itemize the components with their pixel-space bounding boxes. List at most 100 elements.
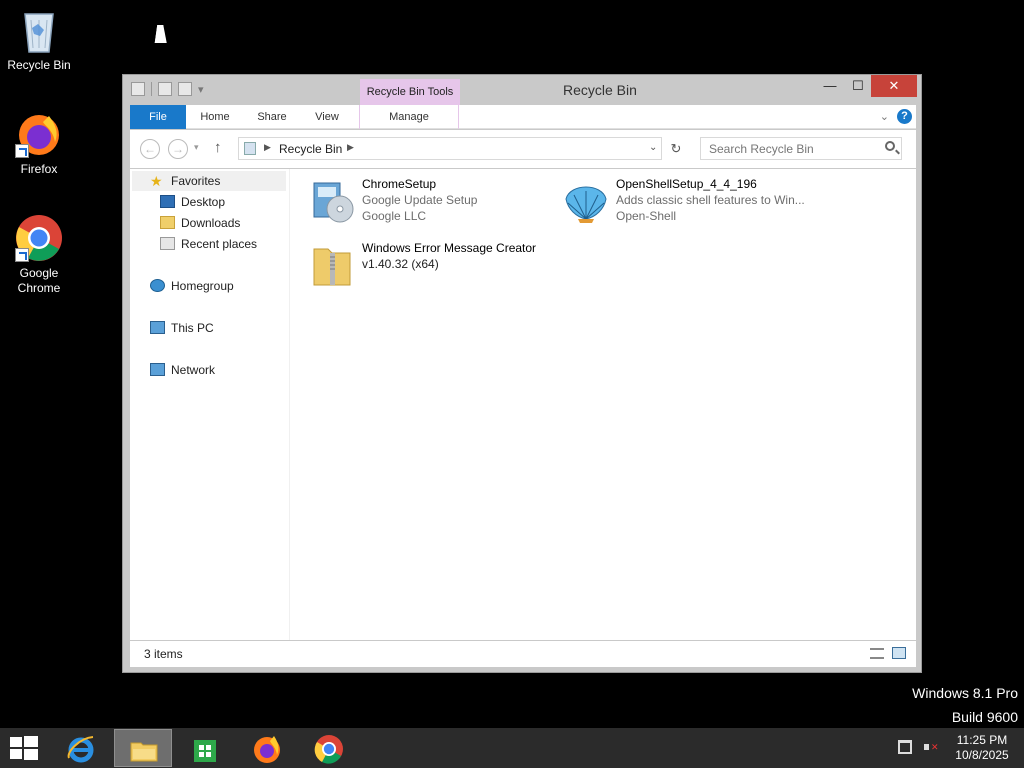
system-tray <box>898 740 939 754</box>
desktop-icon-google-chrome[interactable]: Google Chrome <box>1 214 77 296</box>
expand-ribbon-chevron-icon[interactable]: ⌄ <box>880 110 889 123</box>
zip-folder-icon <box>308 241 356 289</box>
customize-toolbar-chevron-icon[interactable]: ▾ <box>198 83 204 96</box>
firefox-icon <box>252 734 282 764</box>
volume-muted-icon[interactable] <box>924 740 939 754</box>
search-input[interactable]: Search Recycle Bin <box>700 137 902 160</box>
maximize-button[interactable]: ☐ <box>845 75 871 97</box>
window-title: Recycle Bin <box>563 82 637 98</box>
recent-places-icon <box>160 237 175 250</box>
desktop-icon-label: Google Chrome <box>17 266 61 295</box>
file-name: ChromeSetup <box>362 177 437 191</box>
file-company: Open-Shell <box>616 209 677 223</box>
desktop-icon-label: Recycle Bin <box>7 58 71 72</box>
os-version-watermark: Windows 8.1 Pro <box>912 685 1018 701</box>
nav-item-label: Recent places <box>181 237 258 251</box>
file-item-windows-error-message-creator[interactable]: Windows Error Message Creator v1.40.32 (… <box>308 241 548 297</box>
star-icon: ★ <box>150 173 163 189</box>
desktop-icon-firefox[interactable]: Firefox <box>1 110 77 177</box>
firefox-icon <box>15 110 63 158</box>
toolbar-divider <box>151 82 152 96</box>
search-placeholder: Search Recycle Bin <box>709 142 814 156</box>
quick-access-toolbar: ▾ <box>131 82 204 96</box>
file-item-openshellsetup[interactable]: OpenShellSetup_4_4_196 Adds classic shel… <box>562 177 862 233</box>
taskbar-file-explorer[interactable] <box>114 729 172 767</box>
chrome-icon <box>314 734 344 764</box>
nav-item-label: Homegroup <box>171 279 234 293</box>
new-folder-icon[interactable] <box>178 82 192 96</box>
content-area: ★ Favorites Desktop Downloads Recent pla… <box>130 169 916 640</box>
recent-locations-chevron-icon[interactable]: ▾ <box>194 142 199 153</box>
mouse-cursor-icon <box>154 25 170 43</box>
file-explorer-icon <box>129 735 159 765</box>
taskbar-clock[interactable]: 11:25 PM 10/8/2025 <box>944 733 1020 763</box>
title-bar[interactable]: ▾ Recycle Bin Tools Recycle Bin — ☐ ✕ <box>123 75 921 105</box>
item-count: 3 items <box>144 647 183 661</box>
breadcrumb-arrow-icon[interactable]: ▶ <box>264 142 271 153</box>
explorer-window[interactable]: ▾ Recycle Bin Tools Recycle Bin — ☐ ✕ Fi… <box>122 74 922 673</box>
file-company: Google LLC <box>362 209 427 223</box>
file-version: v1.40.32 (x64) <box>362 257 439 271</box>
clock-date: 10/8/2025 <box>955 748 1009 762</box>
desktop-icon-recycle-bin[interactable]: Recycle Bin <box>1 6 77 73</box>
recycle-bin-small-icon <box>131 82 145 96</box>
installer-cd-icon <box>308 177 356 225</box>
address-bar[interactable]: ▶ Recycle Bin ▶ ⌄ <box>238 137 662 160</box>
large-icons-view-icon[interactable] <box>892 647 906 659</box>
tab-share[interactable]: Share <box>247 105 297 129</box>
tab-manage[interactable]: Manage <box>359 105 459 129</box>
ribbon-tabs: File Home Share View Manage ⌄ ? <box>130 105 916 129</box>
network-icon <box>150 363 165 376</box>
recycle-bin-icon <box>15 6 63 54</box>
tab-view[interactable]: View <box>302 105 352 129</box>
network-status-icon[interactable] <box>898 740 912 754</box>
desktop-folder-icon <box>160 195 175 208</box>
taskbar-store[interactable] <box>176 729 234 767</box>
nav-item-label: Downloads <box>181 216 241 230</box>
store-icon <box>190 734 220 764</box>
taskbar: 11:25 PM 10/8/2025 <box>0 728 1024 768</box>
navigation-pane: ★ Favorites Desktop Downloads Recent pla… <box>130 169 290 640</box>
taskbar-firefox[interactable] <box>238 729 296 767</box>
search-icon[interactable] <box>885 141 895 151</box>
file-name: Windows Error Message Creator <box>362 241 537 255</box>
chrome-icon <box>15 214 63 262</box>
details-view-icon[interactable] <box>870 648 884 659</box>
nav-item-label: Desktop <box>181 195 226 209</box>
taskbar-internet-explorer[interactable] <box>52 729 110 767</box>
shortcut-arrow-icon <box>15 248 29 262</box>
close-button[interactable]: ✕ <box>871 75 917 97</box>
file-name: OpenShellSetup_4_4_196 <box>616 177 757 191</box>
breadcrumb-recycle-bin[interactable]: Recycle Bin <box>279 142 342 156</box>
back-button[interactable]: ← <box>140 139 160 159</box>
breadcrumb-arrow-icon[interactable]: ▶ <box>347 142 354 153</box>
clock-time: 11:25 PM <box>956 733 1008 747</box>
taskbar-google-chrome[interactable] <box>300 729 358 767</box>
help-icon[interactable]: ? <box>897 109 912 124</box>
computer-icon <box>150 321 165 334</box>
shortcut-arrow-icon <box>15 144 29 158</box>
nav-item-label: Favorites <box>171 174 221 188</box>
tab-home[interactable]: Home <box>190 105 240 129</box>
properties-icon[interactable] <box>158 82 172 96</box>
shell-icon <box>562 177 610 225</box>
nav-item-label: This PC <box>171 321 214 335</box>
tab-file[interactable]: File <box>130 105 186 129</box>
homegroup-icon <box>150 279 165 292</box>
file-description: Adds classic shell features to Win... <box>616 193 805 207</box>
refresh-icon[interactable]: ↻ <box>666 139 686 159</box>
file-description: Google Update Setup <box>362 193 478 207</box>
contextual-tab-header: Recycle Bin Tools <box>360 79 460 105</box>
start-button[interactable] <box>10 736 38 760</box>
internet-explorer-icon <box>66 734 96 764</box>
up-button[interactable]: ↑ <box>214 139 222 156</box>
minimize-button[interactable]: — <box>819 75 841 97</box>
desktop-icon-label: Firefox <box>20 162 58 176</box>
address-dropdown-chevron-icon[interactable]: ⌄ <box>649 142 657 153</box>
file-item-chromesetup[interactable]: ChromeSetup Google Update Setup Google L… <box>308 177 548 233</box>
downloads-folder-icon <box>160 216 175 229</box>
forward-button[interactable]: → <box>168 139 188 159</box>
navigation-bar: ← → ▾ ↑ ▶ Recycle Bin ▶ ⌄ ↻ Search Recyc… <box>130 130 916 168</box>
os-build-watermark: Build 9600 <box>951 709 1018 725</box>
status-bar: 3 items <box>130 641 916 667</box>
